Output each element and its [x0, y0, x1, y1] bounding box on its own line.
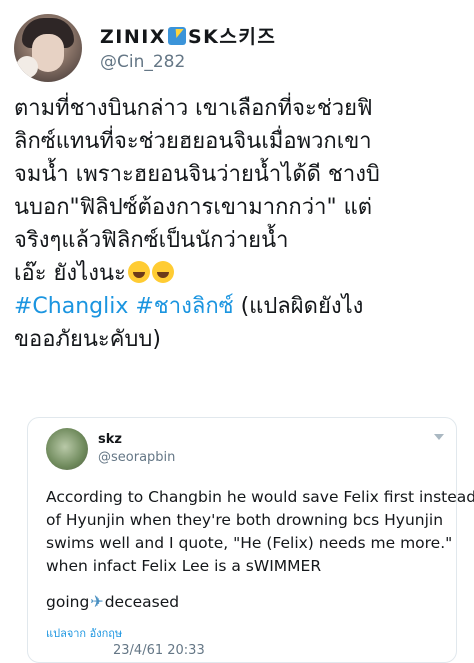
lightning-emoji-icon	[167, 27, 186, 45]
airplane-emoji-icon: ✈	[90, 592, 104, 611]
laughing-emoji-icon	[151, 261, 174, 283]
quoted-timestamp[interactable]: 23/4/61 20:33	[113, 643, 205, 658]
chevron-down-icon[interactable]	[434, 434, 444, 440]
tweet-line: ขออภัยนะคับบ)	[14, 327, 161, 352]
tweet-line: นบอก"ฟิลิปซ์ต้องการเขามากกว่า" แต่	[14, 195, 373, 220]
display-name-text: ZINIX	[100, 26, 166, 48]
laughing-emoji-icon	[127, 261, 150, 283]
tweet-line-with-emoji: เอ๊ะ ยังไงนะ	[14, 257, 460, 290]
tweet-line-text: เอ๊ะ ยังไงนะ	[14, 261, 126, 286]
quoted-line: of Hyunjin when they're both drowning bc…	[46, 511, 444, 529]
deceased-text: deceased	[104, 593, 180, 611]
author-handle[interactable]: @Cin_282	[100, 52, 185, 72]
going-text: going	[46, 593, 90, 611]
quoted-line: when infact Felix Lee is a sWIMMER	[46, 557, 322, 575]
author-avatar[interactable]	[14, 14, 82, 82]
quoted-author-name[interactable]: skz	[98, 432, 122, 447]
quoted-line: swims well and I quote, "He (Felix) need…	[46, 534, 453, 552]
display-name-suffix: SK스키즈	[187, 26, 277, 48]
translated-from-link[interactable]: แปลจาก อังกฤษ	[46, 624, 122, 642]
tweet-line: ลิกซ์แทนที่จะช่วยฮยอนจินเมื่อพวกเขา	[14, 129, 372, 154]
tweet-line: จมน้ำ เพราะฮยอนจินว่ายน้ำได้ดี ชางบิ	[14, 162, 380, 187]
quoted-tweet-body: According to Changbin he would save Feli…	[46, 486, 474, 614]
hashtag-changlix-thai[interactable]: #ชางลิกซ์	[135, 294, 233, 319]
hashtag-changlix[interactable]: #Changlix	[14, 294, 128, 319]
quoted-line: According to Changbin he would save Feli…	[46, 488, 474, 506]
tweet-hashtag-line: #Changlix #ชางลิกซ์ (แปลผิดยังไง	[14, 290, 460, 323]
tweet-body: ตามที่ชางบินกล่าว เขาเลือกที่จะช่วยฟิ ลิ…	[14, 92, 460, 356]
tweet-line: จริงๆแล้วฟิลิกซ์เป็นนักว่ายน้ำ	[14, 228, 289, 253]
quoted-tweet-card[interactable]: skz @seorapbin According to Changbin he …	[27, 417, 474, 663]
author-display-name[interactable]: ZINIX SK스키즈	[100, 22, 276, 49]
tweet-line-text: (แปลผิดยังไง	[240, 294, 364, 319]
quoted-author-handle[interactable]: @seorapbin	[98, 450, 175, 465]
quoted-author-avatar[interactable]	[46, 428, 88, 470]
tweet-line: ตามที่ชางบินกล่าว เขาเลือกที่จะช่วยฟิ	[14, 96, 373, 121]
quoted-going-line: going✈deceased	[46, 590, 448, 614]
